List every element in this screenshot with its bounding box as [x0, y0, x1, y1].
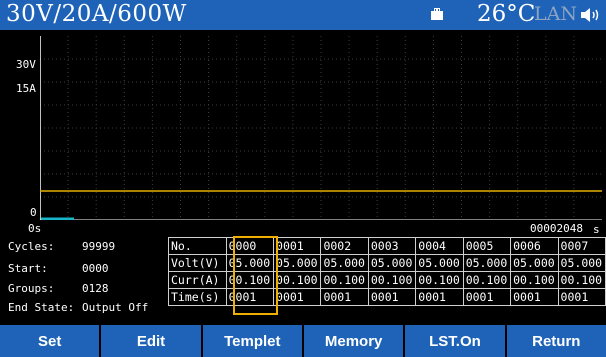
lan-indicator: LAN: [534, 3, 577, 25]
model-title: 30V/20A/600W: [6, 1, 187, 27]
table-cell[interactable]: 0001: [320, 288, 369, 306]
y-axis-zero-label: 0: [30, 206, 37, 219]
table-cell[interactable]: 05.000: [320, 254, 369, 272]
table-cell[interactable]: 0001: [510, 288, 559, 306]
table-cell[interactable]: 00.100: [320, 271, 369, 289]
y-axis-voltage-label: 30V: [16, 58, 36, 71]
table-cell[interactable]: 00.100: [557, 271, 606, 289]
edit-button[interactable]: Edit: [101, 325, 203, 357]
table-cell[interactable]: 05.000: [510, 254, 559, 272]
table-cell[interactable]: 00.100: [367, 271, 417, 289]
table-cell[interactable]: 0001: [273, 288, 322, 306]
start-value: 0000: [82, 262, 109, 275]
table-cell[interactable]: 05.000: [225, 254, 275, 272]
table-cell[interactable]: 0001: [225, 288, 275, 306]
table-cell[interactable]: 0003: [367, 237, 417, 255]
row-header-time: Time(s): [168, 288, 227, 306]
table-cell[interactable]: 00.100: [462, 271, 512, 289]
table-cell[interactable]: 00.100: [415, 271, 464, 289]
memory-button[interactable]: Memory: [304, 325, 406, 357]
table-cell[interactable]: 0005: [462, 237, 512, 255]
table-cell[interactable]: 00.100: [510, 271, 559, 289]
list-table: No. 0000 0001 0002 0003 0004 0005 0006 0…: [168, 237, 606, 306]
x-axis-unit: s: [593, 223, 600, 236]
lst-on-button[interactable]: LST.On: [405, 325, 507, 357]
x-axis-start-label: 0s: [28, 222, 42, 235]
table-row: Time(s) 0001 0001 0001 0001 0001 0001 00…: [168, 288, 606, 306]
cycles-label: Cycles:: [8, 240, 55, 253]
plot-grid: [40, 36, 602, 220]
x-axis-end-label: 00002048: [530, 222, 583, 235]
table-cell[interactable]: 0001: [415, 288, 464, 306]
row-header-no: No.: [168, 237, 227, 255]
status-bar: 30V/20A/600W 26°C LAN: [0, 0, 606, 30]
table-cell[interactable]: 05.000: [273, 254, 322, 272]
start-label: Start:: [8, 262, 48, 275]
table-cell[interactable]: 0001: [367, 288, 417, 306]
waveform-plot: [40, 36, 602, 220]
table-cell[interactable]: 0001: [273, 237, 322, 255]
end-state-label: End State:: [8, 301, 75, 314]
end-state-value: Output Off: [82, 301, 149, 314]
table-row: No. 0000 0001 0002 0003 0004 0005 0006 0…: [168, 237, 606, 255]
table-cell[interactable]: 0006: [510, 237, 559, 255]
row-header-volt: Volt(V): [168, 254, 227, 272]
table-cell[interactable]: 0001: [557, 288, 606, 306]
table-cell[interactable]: 0004: [415, 237, 464, 255]
cycles-value: 99999: [82, 240, 116, 253]
set-button[interactable]: Set: [0, 325, 102, 357]
temperature-readout: 26°C: [477, 1, 536, 27]
table-cell[interactable]: 05.000: [462, 254, 512, 272]
table-row: Volt(V) 05.000 05.000 05.000 05.000 05.0…: [168, 254, 606, 272]
table-cell[interactable]: 0001: [462, 288, 512, 306]
table-cell[interactable]: 00.100: [225, 271, 275, 289]
groups-label: Groups:: [8, 282, 55, 295]
speaker-icon: [581, 8, 599, 22]
table-cell[interactable]: 0002: [320, 237, 369, 255]
groups-value: 0128: [82, 282, 109, 295]
templet-button[interactable]: Templet: [203, 325, 304, 357]
table-cell[interactable]: 05.000: [367, 254, 417, 272]
softkey-bar: Set Edit Templet Memory LST.On Return: [0, 325, 606, 357]
table-row: Curr(A) 00.100 00.100 00.100 00.100 00.1…: [168, 271, 606, 289]
row-header-curr: Curr(A): [168, 271, 227, 289]
table-cell[interactable]: 00.100: [273, 271, 322, 289]
table-cell[interactable]: 05.000: [557, 254, 606, 272]
table-cell[interactable]: 0007: [557, 237, 606, 255]
table-cell[interactable]: 05.000: [415, 254, 464, 272]
return-button[interactable]: Return: [507, 325, 606, 357]
y-axis-current-label: 15A: [16, 82, 36, 95]
usb-storage-icon: [431, 8, 443, 20]
table-cell[interactable]: 0000: [225, 237, 275, 255]
